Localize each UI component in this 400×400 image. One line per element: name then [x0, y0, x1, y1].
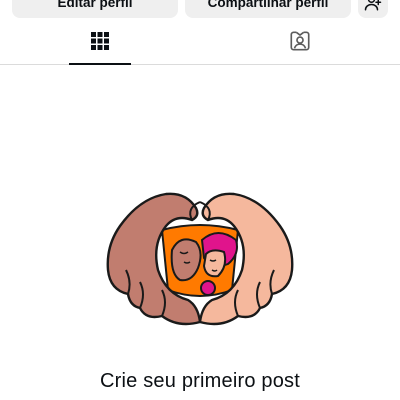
tab-tagged[interactable]: [269, 22, 331, 64]
edit-profile-label: Editar perfil: [57, 0, 133, 10]
tab-posts[interactable]: [69, 22, 131, 65]
edit-profile-button[interactable]: Editar perfil: [12, 0, 178, 18]
grid-icon: [90, 31, 110, 56]
empty-state-title: Crie seu primeiro post: [99, 370, 301, 392]
person-add-icon: [364, 0, 382, 12]
share-profile-button[interactable]: Compartilhar perfil: [185, 0, 351, 18]
share-profile-label: Compartilhar perfil: [207, 0, 329, 10]
suggest-people-button[interactable]: [358, 0, 388, 18]
profile-actions: Editar perfil Compartilhar perfil: [12, 0, 388, 18]
profile-page: Editar perfil Compartilhar perfil Crie s…: [0, 0, 400, 400]
tagged-person-icon: [289, 30, 311, 57]
heart-hands-illustration: [100, 190, 300, 330]
profile-tabs: [0, 22, 400, 65]
